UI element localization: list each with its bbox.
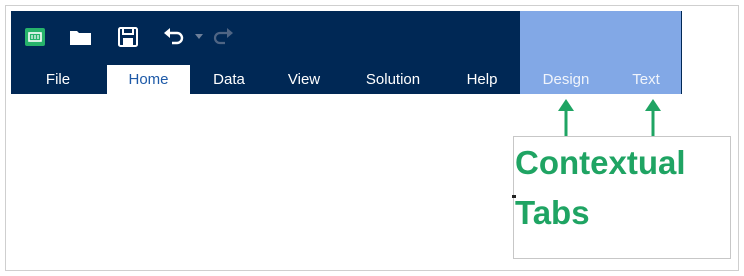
undo-dropdown-icon[interactable] <box>194 26 204 48</box>
tab-view[interactable]: View <box>275 65 333 94</box>
save-icon[interactable] <box>117 26 139 48</box>
redo-icon <box>211 26 235 48</box>
callout-label: Contextual Tabs <box>515 144 731 232</box>
text-cursor-mark <box>512 195 516 198</box>
open-folder-icon[interactable] <box>68 26 92 48</box>
tab-file[interactable]: File <box>32 65 84 94</box>
tab-home[interactable]: Home <box>107 65 190 94</box>
tab-help[interactable]: Help <box>452 65 512 94</box>
app-logo-icon[interactable] <box>24 26 46 48</box>
callout-line-1: Contextual <box>515 144 686 181</box>
tab-text[interactable]: Text <box>616 65 676 94</box>
tab-design[interactable]: Design <box>528 65 604 94</box>
callout-line-2: Tabs <box>515 194 590 231</box>
tab-data[interactable]: Data <box>200 65 258 94</box>
tab-solution[interactable]: Solution <box>353 65 433 94</box>
undo-icon[interactable] <box>162 26 186 48</box>
